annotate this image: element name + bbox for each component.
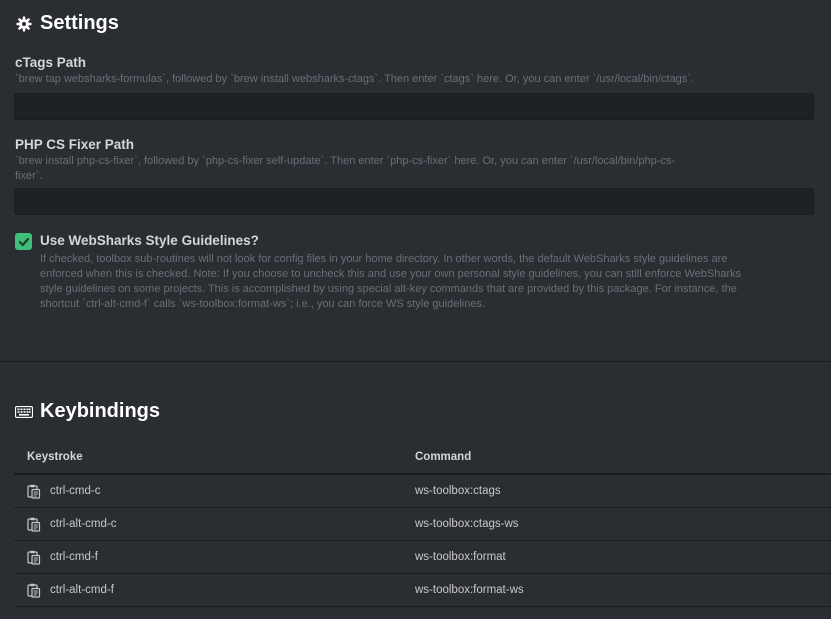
style-guidelines-description: If checked, toolbox sub-routines will no… [40,252,741,312]
keybinding-row: ctrl-cmd-c ws-toolbox:ctags [14,475,831,508]
clipboard-copy-icon[interactable] [27,549,43,565]
clipboard-copy-icon[interactable] [27,582,43,598]
keybinding-row: ctrl-alt-cmd-c ws-toolbox:ctags-ws [14,508,831,541]
settings-page: Settings cTags Path `brew tap websharks-… [0,0,831,619]
command-cell: ws-toolbox:ctags-ws [415,518,519,530]
php-cs-fixer-description-line: `brew install php-cs-fixer`, followed by… [15,155,676,167]
keybindings-table-header: Keystroke Command [14,441,831,475]
keystroke-column-header: Keystroke [27,451,83,463]
keybinding-row: ctrl-alt-cmd-f ws-toolbox:format-ws [14,574,831,607]
php-cs-fixer-path-description: `brew install php-cs-fixer`, followed by… [15,154,675,184]
clipboard-copy-icon[interactable] [27,516,43,532]
ctags-path-label: cTags Path [15,55,87,70]
command-cell: ws-toolbox:ctags [415,485,501,497]
ctags-path-description: `brew tap websharks-formulas`, followed … [15,73,695,85]
keystroke-text: ctrl-cmd-c [50,485,101,497]
keyboard-icon [15,403,33,421]
style-description-line: shortcut `ctrl-alt-cmd-f` calls `ws-tool… [40,298,486,310]
settings-heading: Settings [15,12,119,35]
keystroke-cell: ctrl-alt-cmd-f [14,582,415,598]
style-description-line: If checked, toolbox sub-routines will no… [40,253,728,265]
keystroke-text: ctrl-alt-cmd-f [50,584,114,596]
settings-title: Settings [40,12,119,34]
keystroke-cell: ctrl-cmd-c [14,483,415,499]
keybinding-row: ctrl-cmd-f ws-toolbox:format [14,541,831,574]
command-cell: ws-toolbox:format-ws [415,584,524,596]
keybindings-title: Keybindings [40,400,161,422]
clipboard-copy-icon[interactable] [27,483,43,499]
php-cs-fixer-path-label: PHP CS Fixer Path [15,137,135,152]
gear-icon [15,15,33,33]
command-column-header: Command [415,451,472,463]
keybindings-table: Keystroke Command ctrl-cmd-c ws-toolbox:c… [14,441,831,607]
style-guidelines-checkbox[interactable] [15,233,32,250]
keystroke-text: ctrl-cmd-f [50,551,98,563]
keystroke-text: ctrl-alt-cmd-c [50,518,117,530]
keystroke-cell: ctrl-cmd-f [14,549,415,565]
section-divider [0,361,831,362]
ctags-path-input[interactable] [14,93,814,120]
style-description-line: style guidelines on some projects. This … [40,283,737,295]
keystroke-cell: ctrl-alt-cmd-c [14,516,415,532]
keybindings-heading: Keybindings [15,400,160,423]
style-description-line: enforced when this is checked. Note: If … [40,268,742,280]
php-cs-fixer-path-input[interactable] [14,188,814,215]
command-cell: ws-toolbox:format [415,551,506,563]
checkmark-icon [18,237,29,246]
style-guidelines-label[interactable]: Use WebSharks Style Guidelines? [40,233,259,248]
php-cs-fixer-description-line: fixer`. [15,170,43,182]
